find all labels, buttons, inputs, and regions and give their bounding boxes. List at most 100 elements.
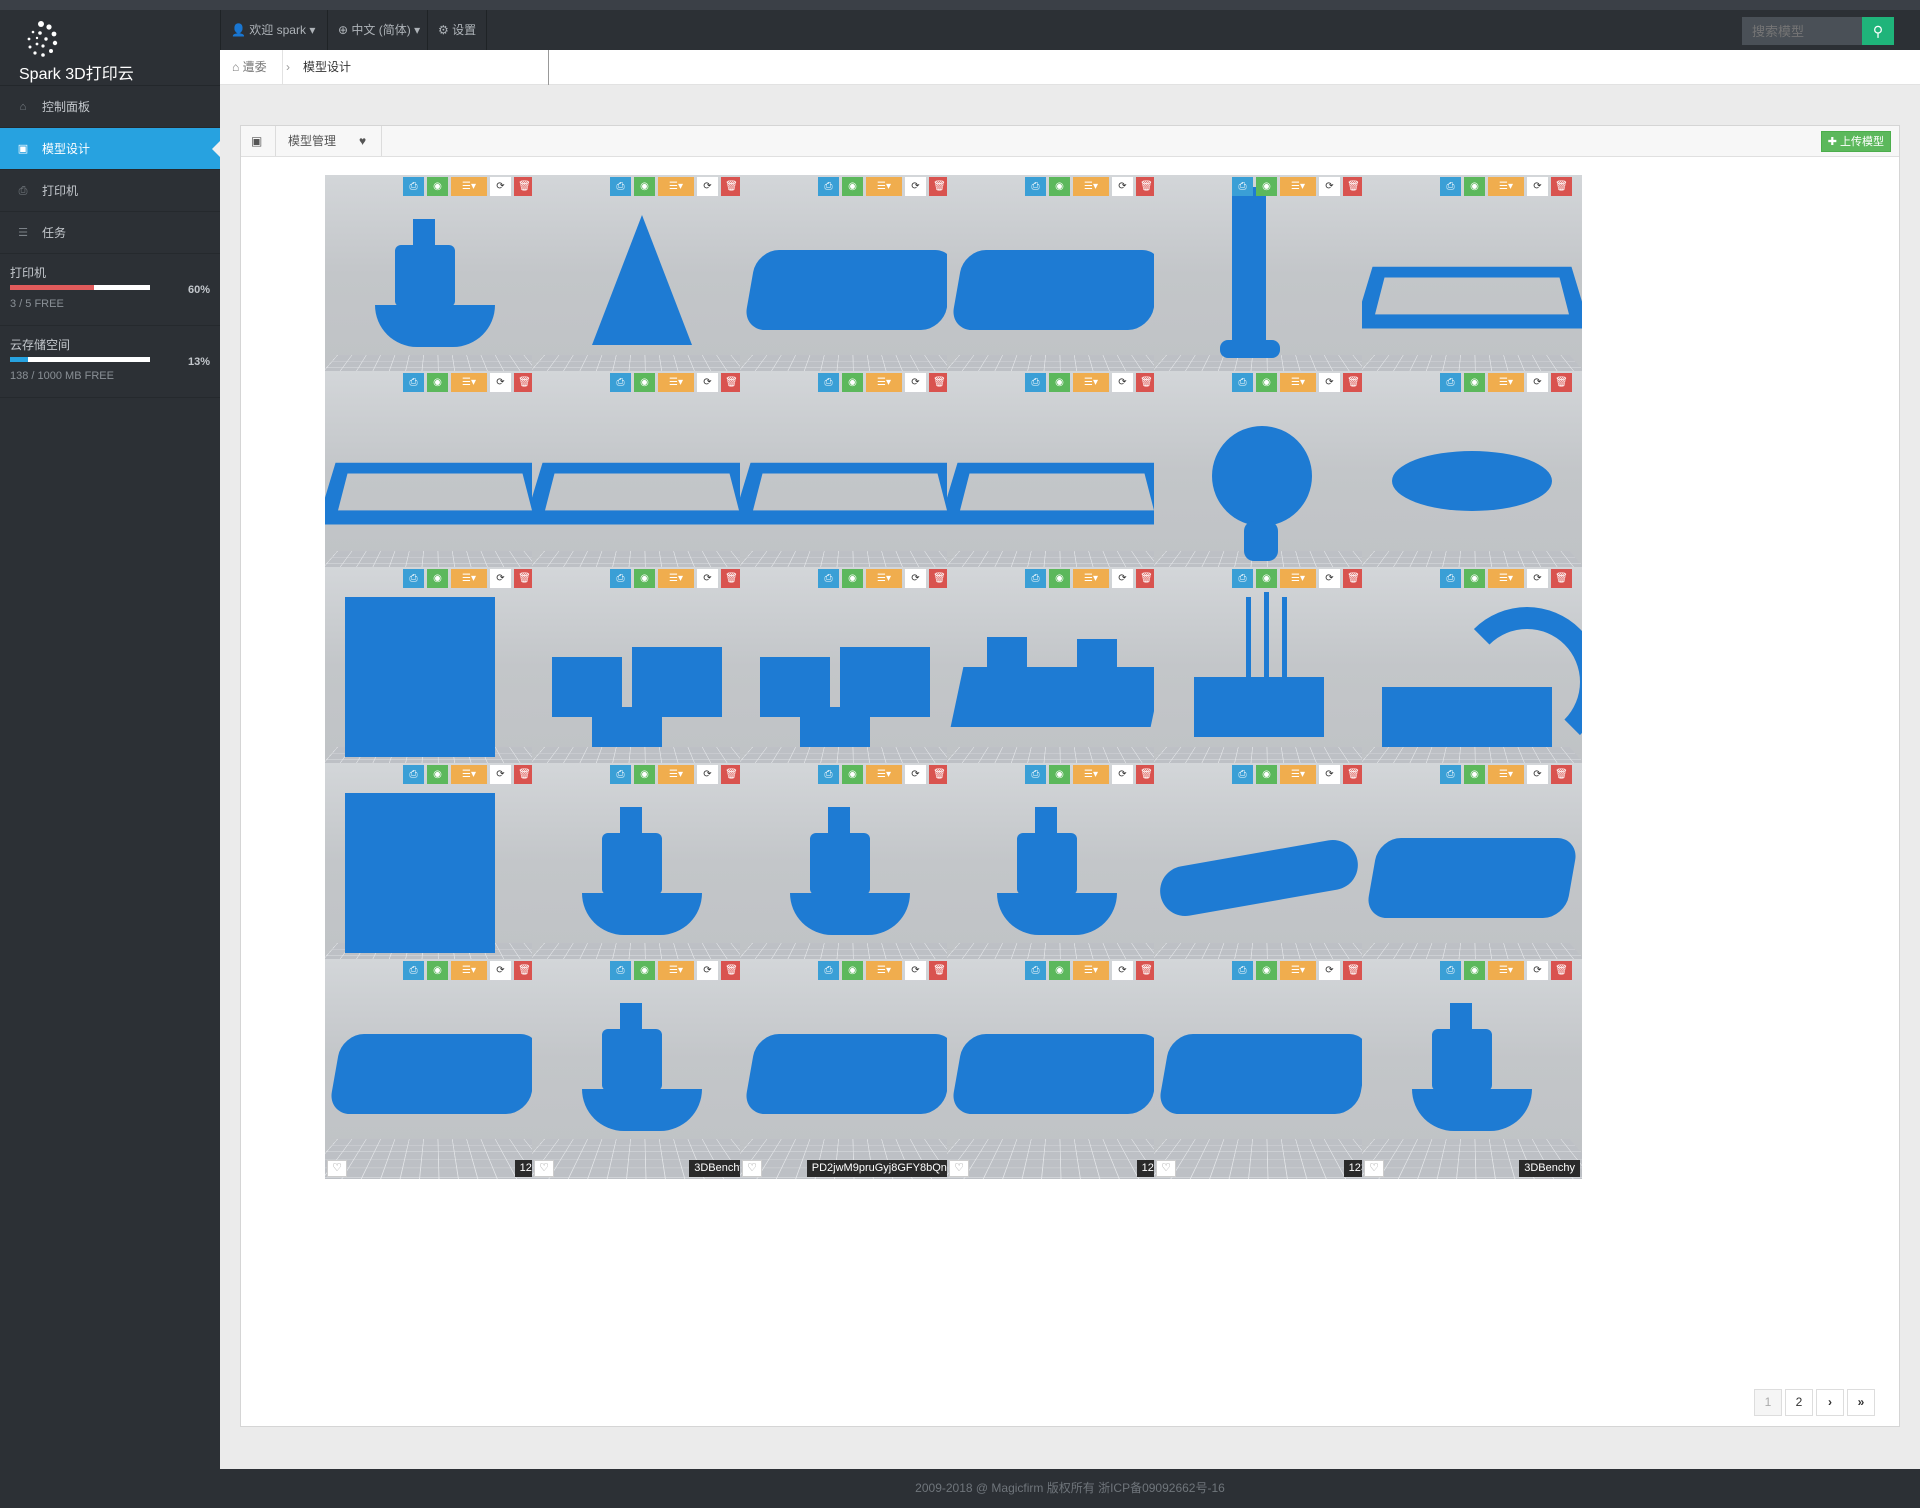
- print-button[interactable]: ⎙: [1440, 177, 1461, 196]
- refresh-button[interactable]: ⟳: [490, 961, 511, 980]
- favorite-button[interactable]: ♡: [1364, 1160, 1384, 1177]
- refresh-button[interactable]: ⟳: [1319, 765, 1340, 784]
- preview-button[interactable]: ◉: [634, 177, 655, 196]
- model-card[interactable]: ⎙◉☰▾⟳🗑♡小车2: [532, 567, 752, 787]
- model-card[interactable]: ⎙◉☰▾⟳🗑♡Zortrax_Spool_Holder_93mm: [1154, 175, 1374, 395]
- refresh-button[interactable]: ⟳: [905, 765, 926, 784]
- page-2[interactable]: 2: [1785, 1389, 1813, 1416]
- refresh-button[interactable]: ⟳: [697, 765, 718, 784]
- preview-button[interactable]: ◉: [427, 765, 448, 784]
- options-dropdown-button[interactable]: ☰▾: [451, 765, 487, 784]
- options-dropdown-button[interactable]: ☰▾: [1488, 961, 1524, 980]
- delete-button[interactable]: 🗑: [721, 961, 742, 980]
- preview-button[interactable]: ◉: [1464, 569, 1485, 588]
- model-card[interactable]: ⎙◉☰▾⟳🗑♡123: [1362, 763, 1582, 983]
- print-button[interactable]: ⎙: [1025, 765, 1046, 784]
- refresh-button[interactable]: ⟳: [905, 961, 926, 980]
- options-dropdown-button[interactable]: ☰▾: [451, 961, 487, 980]
- model-card[interactable]: ⎙◉☰▾⟳🗑♡3dbenchy: [740, 763, 960, 983]
- page-1[interactable]: 1: [1754, 1389, 1782, 1416]
- print-button[interactable]: ⎙: [610, 765, 631, 784]
- refresh-button[interactable]: ⟳: [1112, 765, 1133, 784]
- refresh-button[interactable]: ⟳: [1319, 373, 1340, 392]
- refresh-button[interactable]: ⟳: [697, 961, 718, 980]
- preview-button[interactable]: ◉: [427, 961, 448, 980]
- options-dropdown-button[interactable]: ☰▾: [1073, 765, 1109, 784]
- preview-button[interactable]: ◉: [1464, 765, 1485, 784]
- preview-button[interactable]: ◉: [634, 373, 655, 392]
- options-dropdown-button[interactable]: ☰▾: [866, 765, 902, 784]
- options-dropdown-button[interactable]: ☰▾: [866, 569, 902, 588]
- model-card[interactable]: ⎙◉☰▾⟳🗑♡230x200: [1362, 175, 1582, 395]
- print-button[interactable]: ⎙: [403, 569, 424, 588]
- model-card[interactable]: ⎙◉☰▾⟳🗑♡PrinterSize235210_old3: [325, 371, 545, 591]
- refresh-button[interactable]: ⟳: [1319, 961, 1340, 980]
- options-dropdown-button[interactable]: ☰▾: [1073, 177, 1109, 196]
- refresh-button[interactable]: ⟳: [1527, 765, 1548, 784]
- favorite-button[interactable]: ♡: [742, 1160, 762, 1177]
- refresh-button[interactable]: ⟳: [490, 569, 511, 588]
- delete-button[interactable]: 🗑: [1551, 569, 1572, 588]
- last-page-button[interactable]: »: [1847, 1389, 1875, 1416]
- model-card[interactable]: ⎙◉☰▾⟳🗑♡3.3_GLXk8LSFuyrTq5a2gE9hb3: [1154, 763, 1374, 983]
- print-button[interactable]: ⎙: [1232, 961, 1253, 980]
- preview-button[interactable]: ◉: [1049, 373, 1070, 392]
- model-card[interactable]: ⎙ ◉ ☰▾ ⟳ 🗑 ♡ 3DBenchy: [1362, 959, 1582, 1179]
- preview-button[interactable]: ◉: [1464, 961, 1485, 980]
- sidebar-item-model-design[interactable]: ▣ 模型设计: [0, 128, 220, 170]
- delete-button[interactable]: 🗑: [1551, 373, 1572, 392]
- delete-button[interactable]: 🗑: [1343, 961, 1364, 980]
- options-dropdown-button[interactable]: ☰▾: [1488, 177, 1524, 196]
- print-button[interactable]: ⎙: [403, 765, 424, 784]
- print-button[interactable]: ⎙: [1440, 373, 1461, 392]
- print-button[interactable]: ⎙: [403, 961, 424, 980]
- model-card[interactable]: ⎙◉☰▾⟳🗑♡123: [947, 959, 1167, 1179]
- options-dropdown-button[interactable]: ☰▾: [451, 569, 487, 588]
- tab-model-management[interactable]: 模型管理: [288, 126, 336, 156]
- logo[interactable]: Spark 3D打印云: [0, 10, 220, 86]
- options-dropdown-button[interactable]: ☰▾: [1280, 177, 1316, 196]
- preview-button[interactable]: ◉: [842, 177, 863, 196]
- preview-button[interactable]: ◉: [1256, 765, 1277, 784]
- preview-button[interactable]: ◉: [842, 765, 863, 784]
- options-dropdown-button[interactable]: ☰▾: [658, 569, 694, 588]
- options-dropdown-button[interactable]: ☰▾: [658, 765, 694, 784]
- model-card[interactable]: ⎙◉☰▾⟳🗑♡Marvin_KeyChain: [1154, 371, 1374, 591]
- refresh-button[interactable]: ⟳: [490, 765, 511, 784]
- model-card[interactable]: ⎙◉☰▾⟳🗑♡ksr_fdmtest_v4: [1154, 567, 1374, 787]
- next-page-button[interactable]: ›: [1816, 1389, 1844, 1416]
- preview-button[interactable]: ◉: [634, 961, 655, 980]
- preview-button[interactable]: ◉: [1049, 765, 1070, 784]
- print-button[interactable]: ⎙: [403, 177, 424, 196]
- print-button[interactable]: ⎙: [1440, 569, 1461, 588]
- refresh-button[interactable]: ⟳: [1527, 373, 1548, 392]
- preview-button[interactable]: ◉: [1464, 373, 1485, 392]
- preview-button[interactable]: ◉: [427, 569, 448, 588]
- refresh-button[interactable]: ⟳: [1319, 569, 1340, 588]
- preview-button[interactable]: ◉: [1464, 177, 1485, 196]
- options-dropdown-button[interactable]: ☰▾: [658, 373, 694, 392]
- refresh-button[interactable]: ⟳: [490, 373, 511, 392]
- preview-button[interactable]: ◉: [1256, 373, 1277, 392]
- refresh-button[interactable]: ⟳: [697, 373, 718, 392]
- model-card[interactable]: ⎙◉☰▾⟳🗑♡ctrlV_3D_test: [947, 567, 1167, 787]
- sidebar-item-tasks[interactable]: ☰ 任务: [0, 212, 220, 254]
- model-card[interactable]: ⎙◉☰▾⟳🗑♡PrinterSize250230: [947, 371, 1167, 591]
- model-card[interactable]: ⎙◉☰▾⟳🗑♡123: [325, 959, 545, 1179]
- search-input[interactable]: [1742, 17, 1862, 45]
- options-dropdown-button[interactable]: ☰▾: [451, 177, 487, 196]
- options-dropdown-button[interactable]: ☰▾: [1280, 961, 1316, 980]
- language-menu[interactable]: ⊕ 中文 (简体) ▾: [327, 10, 430, 50]
- options-dropdown-button[interactable]: ☰▾: [866, 177, 902, 196]
- print-button[interactable]: ⎙: [818, 569, 839, 588]
- heart-icon[interactable]: ♥: [359, 126, 366, 156]
- refresh-button[interactable]: ⟳: [905, 177, 926, 196]
- options-dropdown-button[interactable]: ☰▾: [1073, 569, 1109, 588]
- sidebar-item-printers[interactable]: ⎙ 打印机: [0, 170, 220, 212]
- model-card[interactable]: ⎙◉☰▾⟳🗑♡cube3: [325, 567, 545, 787]
- options-dropdown-button[interactable]: ☰▾: [658, 961, 694, 980]
- model-card[interactable]: ⎙◉☰▾⟳🗑♡PrinterSize240220: [740, 371, 960, 591]
- print-button[interactable]: ⎙: [1232, 373, 1253, 392]
- refresh-button[interactable]: ⟳: [1112, 373, 1133, 392]
- model-card[interactable]: ⎙◉☰▾⟳🗑♡冰雪奇缘: [532, 175, 752, 395]
